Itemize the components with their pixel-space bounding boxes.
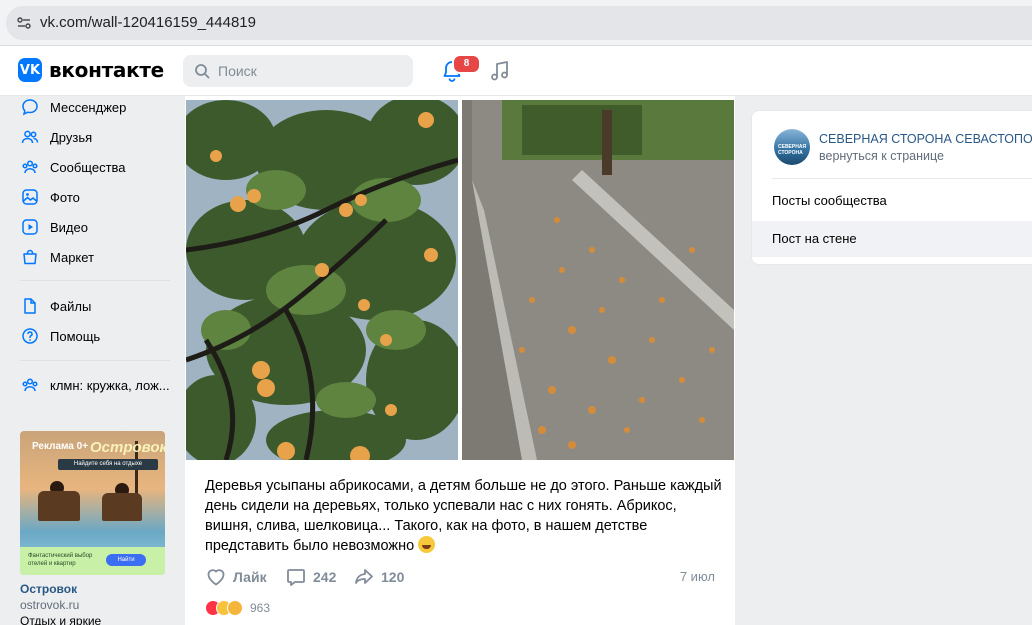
ad-chair [38,491,80,521]
sidebar-item-label: Сообщества [50,159,126,175]
files-icon [20,296,40,316]
reactions-count: 963 [250,601,271,615]
photo-icon [20,187,40,207]
vk-logo-text: вконтакте [49,58,164,82]
grinning-emoji-icon [418,536,436,553]
sidebar-item-group-chat[interactable]: клмн: кружка, лож... [20,371,170,399]
comment-button[interactable]: 242 [285,566,336,588]
ad-name[interactable]: Островок [20,582,77,596]
message-icon [20,97,40,117]
sidebar-item-label: Помощь [50,328,101,344]
sidebar-item-help[interactable]: Помощь [20,322,100,350]
vk-header: VK вконтакте 8 [0,46,1032,96]
post-photo-sidewalk[interactable] [462,100,734,460]
sidebar-item-label: Фото [50,189,80,205]
share-button[interactable]: 120 [353,566,404,588]
share-icon [355,569,373,584]
post-text-body: Деревья усыпаны абрикосами, а детям боль… [205,478,722,554]
group-name-link[interactable]: СЕВЕРНАЯ СТОРОНА СЕВАСТОПОЛЬ [819,132,1032,146]
ad-brand: Островок! [90,439,165,456]
search-input[interactable] [218,63,398,79]
sidebar-item-market[interactable]: Маркет [20,243,94,271]
communities-icon [20,157,40,177]
right-panel-divider [772,178,1032,179]
ad-find-button[interactable]: Найти [106,554,146,566]
post-actions: Лайк 242 120 7 июл [205,566,715,588]
ad-tagline: Найдите себя на отдыхе [58,459,158,470]
help-icon [20,326,40,346]
sidebar-item-label: Мессенджер [50,99,127,115]
browser-toolbar: vk.com/wall-120416159_444819 [0,0,1032,46]
ad-chair [102,493,142,521]
share-count: 120 [381,569,405,585]
wall-post-tab[interactable]: Пост на стене [752,221,1032,257]
search-icon [195,64,210,79]
reactions-summary[interactable]: 963 [205,600,270,616]
ad-description: Отдых и яркие [20,614,102,625]
site-settings-icon[interactable] [12,11,36,35]
url-text[interactable]: vk.com/wall-120416159_444819 [40,14,256,31]
right-panel: СЕВЕРНАЯ СТОРОНА СЕВЕРНАЯ СТОРОНА СЕВАСТ… [751,110,1032,265]
ad-label: Реклама 0+ [32,441,89,452]
sidebar-item-label: клмн: кружка, лож... [50,377,170,393]
sidebar-item-messenger[interactable]: Мессенджер [20,93,126,121]
video-icon [20,217,40,237]
ad-bottom-strip: Фантастический выбор отелей и квартир На… [20,547,165,575]
comment-icon [287,569,305,586]
like-button[interactable]: Лайк [205,566,267,588]
post-date[interactable]: 7 июл [680,569,715,584]
sidebar-item-communities[interactable]: Сообщества [20,153,126,181]
sidebar-item-label: Друзья [50,129,93,145]
sidebar-item-label: Маркет [50,249,95,265]
sidebar-item-label: Видео [50,219,88,235]
sad-reaction-icon [227,600,243,616]
group-chat-icon [20,375,40,395]
back-to-page-link[interactable]: вернуться к странице [819,149,944,163]
sidebar-divider [20,360,170,361]
post-photo-tree[interactable] [186,100,458,460]
vk-logo[interactable]: VK вконтакте [18,58,164,82]
search-box[interactable] [183,55,413,87]
vk-logo-icon: VK [18,58,42,82]
ad-bottom-text: Фантастический выбор отелей и квартир [28,553,93,567]
music-icon[interactable] [488,59,512,83]
post-card: Деревья усыпаны абрикосами, а детям боль… [185,96,735,625]
sidebar-item-friends[interactable]: Друзья [20,123,92,151]
sidebar-item-files[interactable]: Файлы [20,292,91,320]
address-bar[interactable]: vk.com/wall-120416159_444819 [6,6,1032,40]
sidebar-item-video[interactable]: Видео [20,213,88,241]
sidebar-item-photo[interactable]: Фото [20,183,80,211]
sidebar-divider [20,280,170,281]
community-posts-tab[interactable]: Посты сообщества [752,183,1032,219]
ad-domain[interactable]: ostrovok.ru [20,598,79,612]
market-icon [20,247,40,267]
sidebar-item-label: Файлы [50,298,92,314]
comment-count: 242 [313,569,337,585]
notification-badge: 8 [452,54,481,74]
ad-banner[interactable]: Реклама 0+ Островок! Найдите себя на отд… [20,431,165,575]
post-text: Деревья усыпаны абрикосами, а детям боль… [205,476,725,556]
group-avatar-text: СЕВЕРНАЯ СТОРОНА [778,144,807,156]
friends-icon [20,127,40,147]
like-label: Лайк [233,569,267,585]
group-avatar[interactable]: СЕВЕРНАЯ СТОРОНА [774,129,810,165]
heart-icon [207,569,225,586]
